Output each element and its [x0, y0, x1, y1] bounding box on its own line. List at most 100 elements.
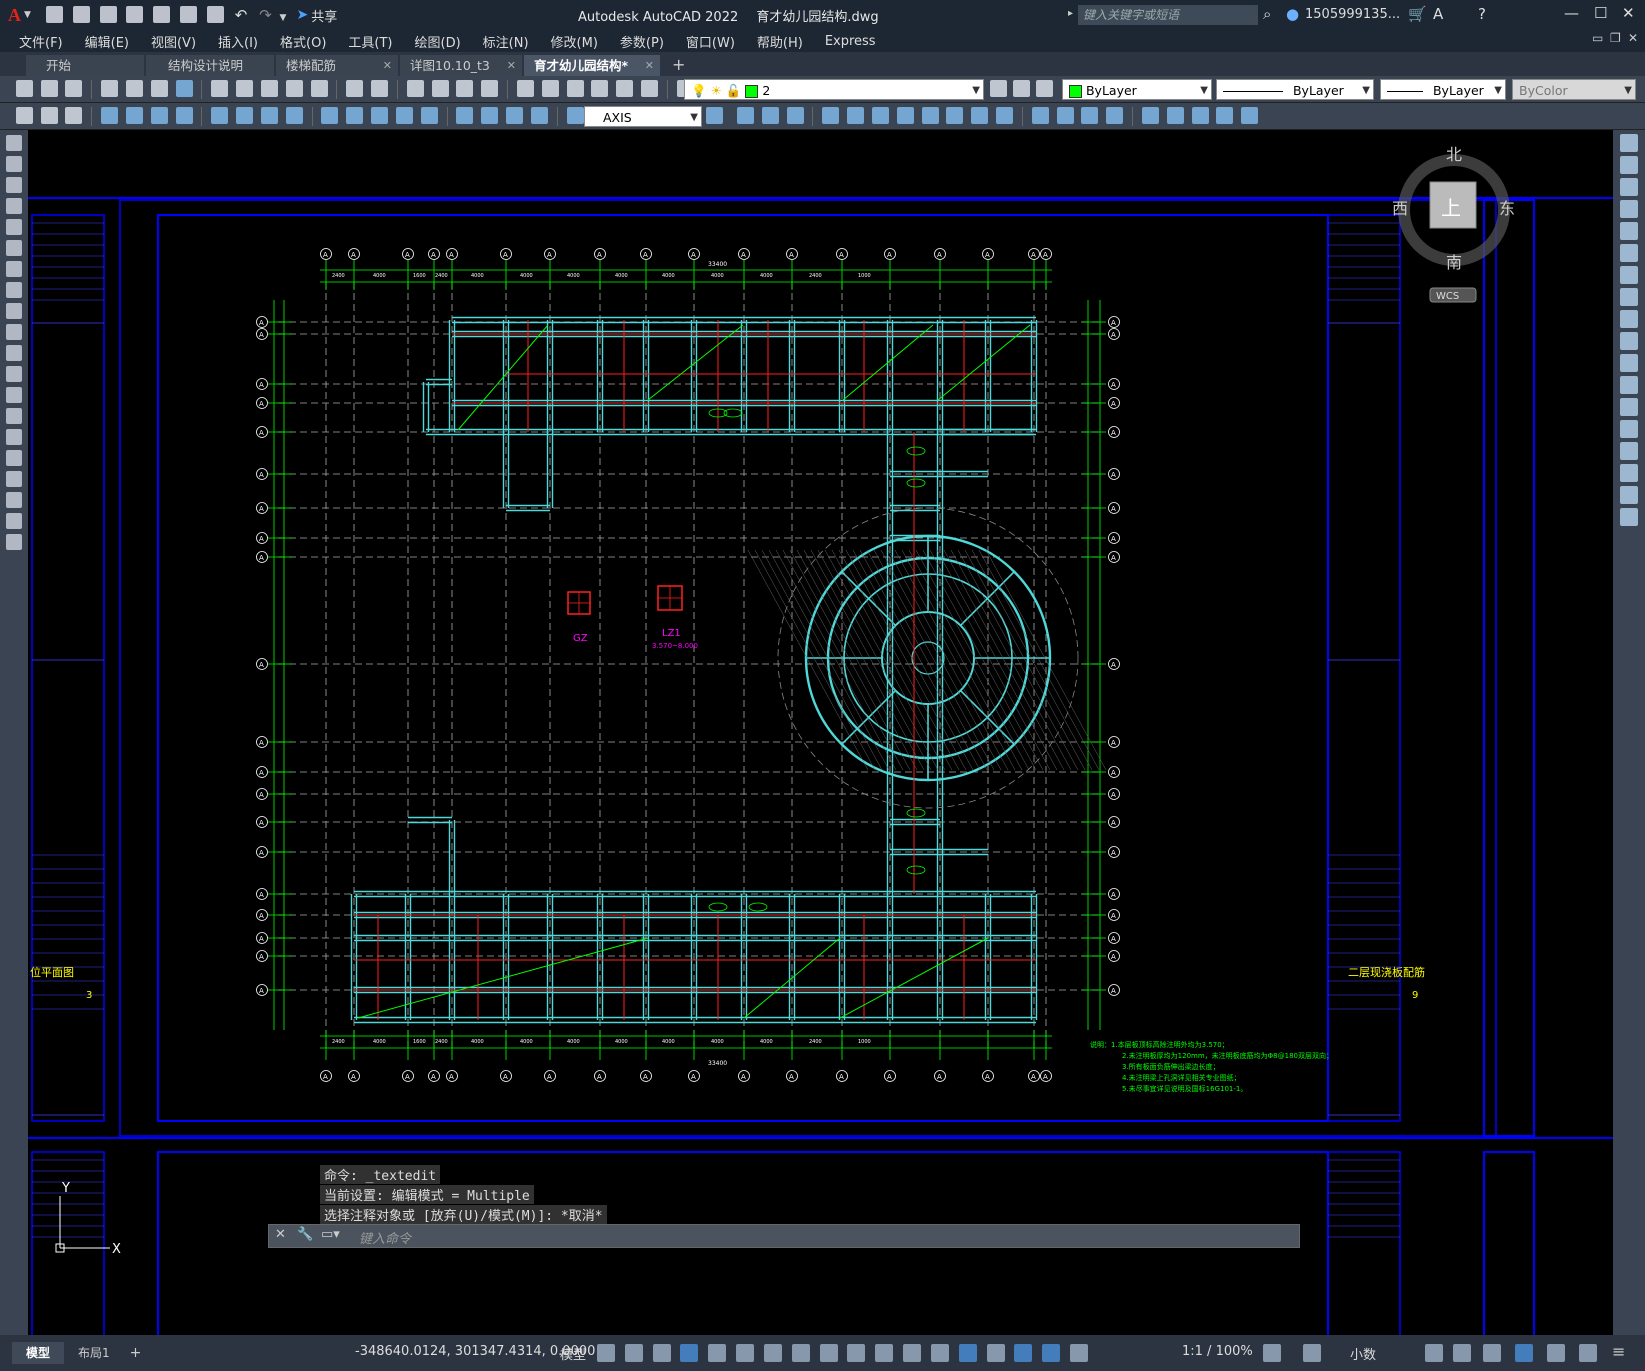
user-name[interactable]: 1505999135... — [1305, 7, 1400, 22]
design-center-icon[interactable] — [541, 80, 559, 97]
point-icon[interactable] — [6, 408, 22, 424]
rectangle-icon[interactable] — [6, 219, 22, 235]
polar-icon[interactable] — [736, 1344, 755, 1362]
zoom-window-icon[interactable] — [456, 80, 474, 97]
block-editor-icon[interactable] — [310, 80, 328, 97]
markup-icon[interactable] — [616, 80, 634, 97]
pan-icon[interactable] — [406, 80, 424, 97]
view-left-icon[interactable] — [1191, 107, 1209, 124]
snap-icon[interactable] — [624, 1344, 643, 1362]
erase-icon[interactable] — [1620, 134, 1638, 152]
spline-icon[interactable] — [6, 303, 22, 319]
center-mark-icon[interactable] — [481, 107, 499, 124]
lock-ui-icon[interactable] — [1453, 1344, 1471, 1362]
move-faces-icon[interactable] — [847, 107, 865, 124]
menu-tools[interactable]: 工具(T) — [337, 32, 403, 51]
insert-block-icon[interactable] — [6, 366, 22, 382]
add-selected-icon[interactable] — [6, 534, 22, 550]
tab-close-icon[interactable]: ✕ — [507, 55, 516, 76]
user-icon[interactable]: ● — [1286, 5, 1299, 23]
selection-cycling-icon[interactable] — [903, 1344, 922, 1362]
menu-modify[interactable]: 修改(M) — [540, 32, 609, 51]
mirror-icon[interactable] — [1620, 178, 1638, 196]
publish-icon[interactable] — [150, 80, 168, 97]
saveas-icon[interactable] — [126, 6, 144, 23]
copy-icon[interactable] — [236, 80, 254, 97]
search-expand-icon[interactable]: ▸ — [1068, 8, 1073, 19]
dim-style-dropdown[interactable]: AXIS ▼ — [584, 106, 702, 127]
tab-close-icon[interactable]: ✕ — [645, 55, 654, 76]
linear-dim-icon[interactable] — [101, 107, 119, 124]
dynamic-input-icon[interactable] — [708, 1344, 727, 1362]
continue-dim-icon[interactable] — [371, 107, 389, 124]
ellipse-arc-icon[interactable] — [6, 345, 22, 361]
menu-format[interactable]: 格式(O) — [269, 32, 337, 51]
lineweight-dropdown[interactable]: ByLayer ▼ — [1380, 79, 1506, 100]
tab-stair-rebar[interactable]: 楼梯配筋 ✕ — [276, 55, 398, 76]
cart-icon[interactable]: 🛒 — [1408, 5, 1427, 23]
customization-icon[interactable]: ≡ — [1612, 1342, 1625, 1361]
command-close-icon[interactable]: ✕ — [275, 1227, 286, 1242]
menu-parametric[interactable]: 参数(P) — [609, 32, 675, 51]
tab-start[interactable]: 开始 — [26, 55, 144, 76]
extrude-faces-icon[interactable] — [822, 107, 840, 124]
cut-icon[interactable] — [211, 80, 229, 97]
viewcube-east[interactable]: 东 — [1499, 199, 1515, 218]
help-icon[interactable]: ? — [1478, 5, 1486, 23]
plotstyle-dropdown[interactable]: ByColor ▼ — [1512, 79, 1636, 100]
wcs-menu[interactable]: WCS — [1436, 291, 1459, 302]
object-snap-icon[interactable] — [819, 1344, 838, 1362]
search-input[interactable]: 键入关键字或短语 — [1078, 5, 1258, 25]
open-web-icon[interactable] — [153, 6, 171, 23]
construction-line-icon[interactable] — [6, 156, 22, 172]
jogged-dim-icon[interactable] — [236, 107, 254, 124]
tab-model[interactable]: 模型 — [12, 1342, 65, 1364]
transparency-icon[interactable] — [875, 1344, 894, 1362]
clean-icon[interactable] — [1056, 107, 1074, 124]
drawing-canvas[interactable]: A A A A A A A A A A A A A A A A A A A A A A A A A A A A A A A A A A A A A A A A… — [28, 130, 1613, 1335]
copy-object-icon[interactable] — [1620, 156, 1638, 174]
zoom-previous-icon[interactable] — [481, 80, 499, 97]
quick-properties-icon[interactable] — [1425, 1344, 1443, 1362]
quickcalc-icon[interactable] — [641, 80, 659, 97]
break-at-point-icon[interactable] — [1620, 376, 1638, 394]
explode-icon[interactable] — [1620, 508, 1638, 526]
fillet-icon[interactable] — [1620, 464, 1638, 482]
separate-icon[interactable] — [1081, 107, 1099, 124]
aligned-dim-icon[interactable] — [125, 107, 143, 124]
chevron-down-icon[interactable]: ▼ — [690, 107, 698, 128]
save-icon[interactable] — [65, 80, 83, 97]
match-properties-icon[interactable] — [285, 80, 303, 97]
gizmo-icon[interactable] — [1014, 1344, 1033, 1362]
clean-screen-icon[interactable] — [1547, 1344, 1565, 1362]
tab-main-drawing[interactable]: 育才幼儿园结构* ✕ — [524, 55, 660, 76]
close-icon[interactable]: ✕ — [1622, 4, 1635, 22]
layer-lock-icon[interactable]: 🔓 — [726, 83, 742, 98]
ordinate-dim-icon[interactable] — [175, 107, 193, 124]
chamfer-icon[interactable] — [1620, 442, 1638, 460]
share-icon[interactable]: ➤ — [296, 7, 308, 23]
layer-on-icon[interactable]: 💡 — [691, 83, 707, 98]
command-customize-icon[interactable]: 🔧 — [297, 1227, 313, 1242]
menu-window[interactable]: 窗口(W) — [675, 32, 746, 51]
tab-layout1[interactable]: 布局1 — [64, 1342, 124, 1364]
command-input[interactable]: 键入命令 — [359, 1228, 411, 1247]
annotation-monitor-icon[interactable] — [1303, 1344, 1321, 1362]
subtract-icon[interactable] — [761, 107, 779, 124]
region-icon[interactable] — [6, 471, 22, 487]
hatch-icon[interactable] — [6, 429, 22, 445]
layer-freeze-icon[interactable]: ☀ — [711, 83, 722, 98]
chevron-down-icon[interactable]: ▼ — [1494, 80, 1502, 101]
app-menu-chevron-icon[interactable]: ▼ — [24, 10, 31, 20]
fullscreen-icon[interactable] — [1579, 1344, 1597, 1362]
gradient-icon[interactable] — [6, 450, 22, 466]
zoom-realtime-icon[interactable] — [431, 80, 449, 97]
isolate-objects-icon[interactable] — [1483, 1344, 1501, 1362]
region-icon[interactable] — [65, 107, 83, 124]
selection-filter-icon[interactable] — [986, 1344, 1005, 1362]
tool-palettes-icon[interactable] — [566, 80, 584, 97]
viewcube-top-face[interactable]: 上 — [1441, 196, 1461, 220]
viewcube-south[interactable]: 南 — [1446, 253, 1462, 272]
hatch-icon[interactable] — [15, 107, 33, 124]
menu-dimension[interactable]: 标注(N) — [472, 32, 540, 51]
